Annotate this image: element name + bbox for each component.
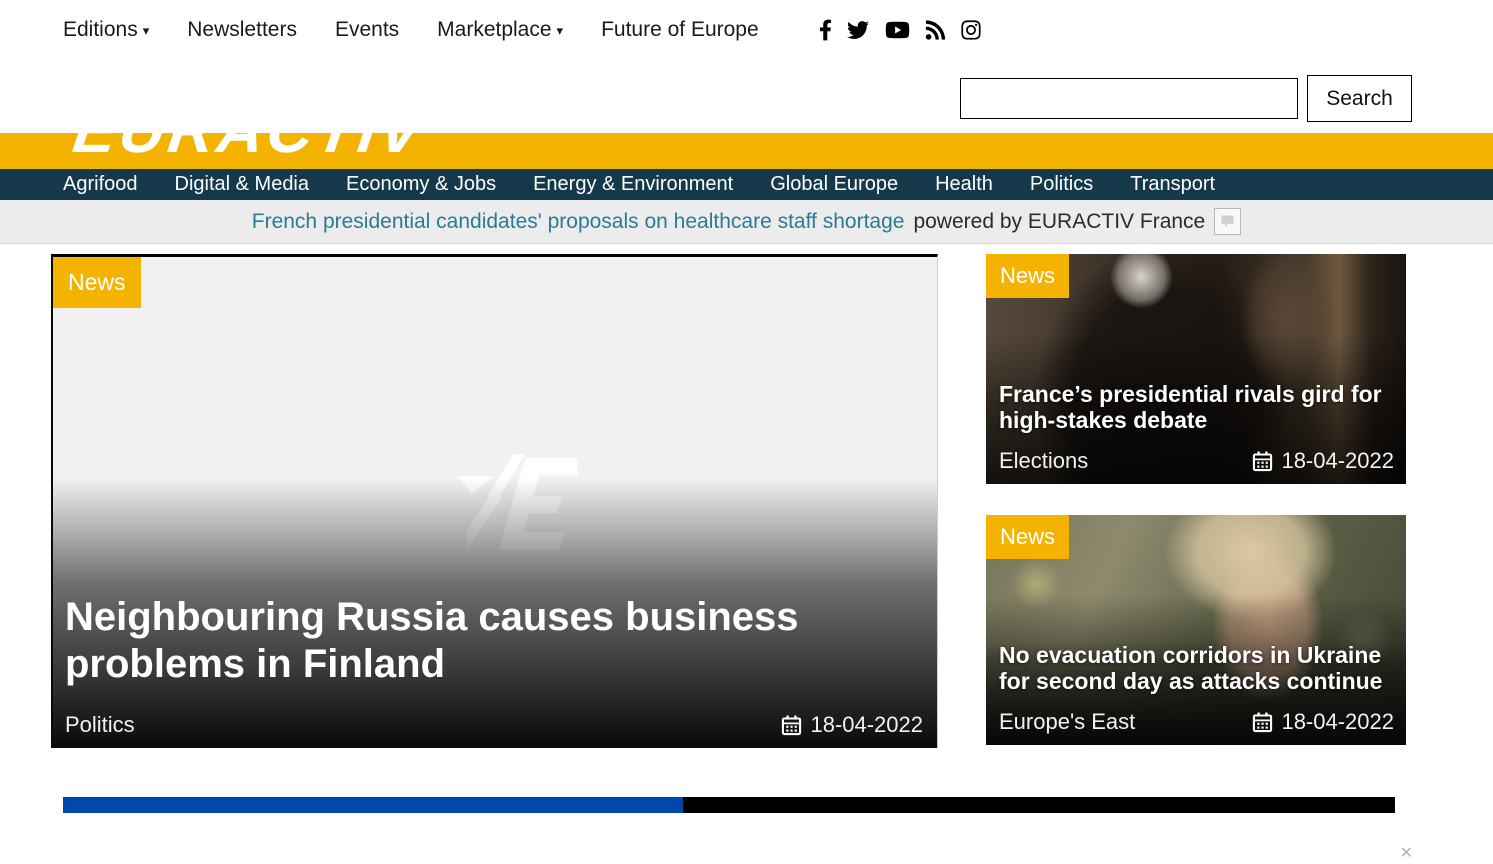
main-content: News Neighbouring Russia causes business…	[0, 244, 1493, 748]
side-article-category[interactable]: Europe's East	[999, 709, 1135, 735]
topnav-marketplace-label: Marketplace	[437, 18, 551, 41]
rss-icon[interactable]	[925, 19, 946, 41]
nav-digital-media[interactable]: Digital & Media	[175, 173, 310, 196]
lead-article-category[interactable]: Politics	[65, 712, 135, 738]
side-article-date: 18-04-2022	[1252, 448, 1394, 474]
nav-health[interactable]: Health	[935, 173, 993, 196]
lead-article-title[interactable]: Neighbouring Russia causes business prob…	[65, 594, 895, 688]
facebook-icon[interactable]	[819, 19, 832, 41]
side-column: News France’s presidential rivals gird f…	[986, 254, 1406, 748]
lead-article-date: 18-04-2022	[781, 712, 923, 738]
side-article-card[interactable]: News France’s presidential rivals gird f…	[986, 254, 1406, 484]
news-badge: News	[986, 254, 1069, 298]
ticker-headline-link[interactable]: French presidential candidates' proposal…	[252, 210, 905, 234]
euractiv-logo[interactable]: EURACTIV	[69, 133, 431, 167]
side-article-date: 18-04-2022	[1252, 709, 1394, 735]
section-navigation: Agrifood Digital & Media Economy & Jobs …	[0, 169, 1493, 200]
ad-close-icon[interactable]: ✕	[1400, 843, 1413, 863]
brand-band: EURACTIV	[0, 133, 1493, 169]
nav-global-europe[interactable]: Global Europe	[770, 173, 898, 196]
side-article-date-text: 18-04-2022	[1281, 448, 1394, 474]
ad-banner-blue-segment	[63, 797, 683, 813]
lead-article-card[interactable]: News Neighbouring Russia causes business…	[51, 254, 938, 748]
nav-energy-environment[interactable]: Energy & Environment	[533, 173, 733, 196]
topnav-future-of-europe[interactable]: Future of Europe	[601, 18, 759, 42]
chevron-down-icon: ▾	[557, 23, 564, 38]
nav-economy-jobs[interactable]: Economy & Jobs	[346, 173, 496, 196]
topnav-editions[interactable]: Editions ▾	[63, 18, 149, 42]
topnav-future-of-europe-label: Future of Europe	[601, 18, 759, 41]
ticker-bar: French presidential candidates' proposal…	[0, 200, 1493, 244]
site-header: Editions ▾ Newsletters Events Marketplace…	[0, 0, 1493, 133]
top-navigation: Editions ▾ Newsletters Events Marketplace…	[0, 0, 1493, 48]
speech-bubble-icon	[1220, 214, 1235, 229]
side-article-date-text: 18-04-2022	[1281, 709, 1394, 735]
topnav-newsletters-label: Newsletters	[187, 18, 297, 41]
side-article-meta: Elections 18-04-2022	[999, 448, 1394, 474]
youtube-icon[interactable]	[884, 19, 911, 41]
topnav-editions-label: Editions	[63, 18, 138, 41]
ticker-powered-by: powered by EURACTIV France	[913, 210, 1205, 234]
chevron-down-icon: ▾	[143, 23, 150, 38]
side-article-title[interactable]: France’s presidential rivals gird for hi…	[999, 381, 1398, 434]
nav-agrifood[interactable]: Agrifood	[63, 173, 138, 196]
side-article-meta: Europe's East 18-04-2022	[999, 709, 1394, 735]
search-button[interactable]: Search	[1307, 75, 1412, 122]
ad-banner-black-segment	[683, 797, 1395, 813]
instagram-icon[interactable]	[960, 19, 982, 41]
topnav-newsletters[interactable]: Newsletters	[187, 18, 297, 42]
twitter-icon[interactable]	[846, 19, 870, 41]
calendar-icon	[1252, 712, 1273, 733]
topnav-marketplace[interactable]: Marketplace ▾	[437, 18, 563, 42]
calendar-icon	[1252, 451, 1273, 472]
news-badge: News	[53, 257, 141, 308]
social-links	[819, 19, 982, 41]
bottom-ad-overlay: ✕	[0, 790, 1493, 864]
nav-transport[interactable]: Transport	[1130, 173, 1215, 196]
side-article-category[interactable]: Elections	[999, 448, 1088, 474]
comment-icon[interactable]	[1214, 208, 1241, 235]
topnav-events[interactable]: Events	[335, 18, 399, 42]
side-article-title[interactable]: No evacuation corridors in Ukraine for s…	[999, 642, 1398, 695]
topnav-events-label: Events	[335, 18, 399, 41]
nav-politics[interactable]: Politics	[1030, 173, 1093, 196]
side-article-card[interactable]: News No evacuation corridors in Ukraine …	[986, 515, 1406, 745]
news-badge: News	[986, 515, 1069, 559]
search-input[interactable]	[960, 78, 1298, 119]
ad-banner[interactable]	[63, 797, 1395, 813]
calendar-icon	[781, 715, 802, 736]
lead-article-meta: Politics 18-04-2022	[65, 712, 923, 738]
lead-article-date-text: 18-04-2022	[810, 712, 923, 738]
